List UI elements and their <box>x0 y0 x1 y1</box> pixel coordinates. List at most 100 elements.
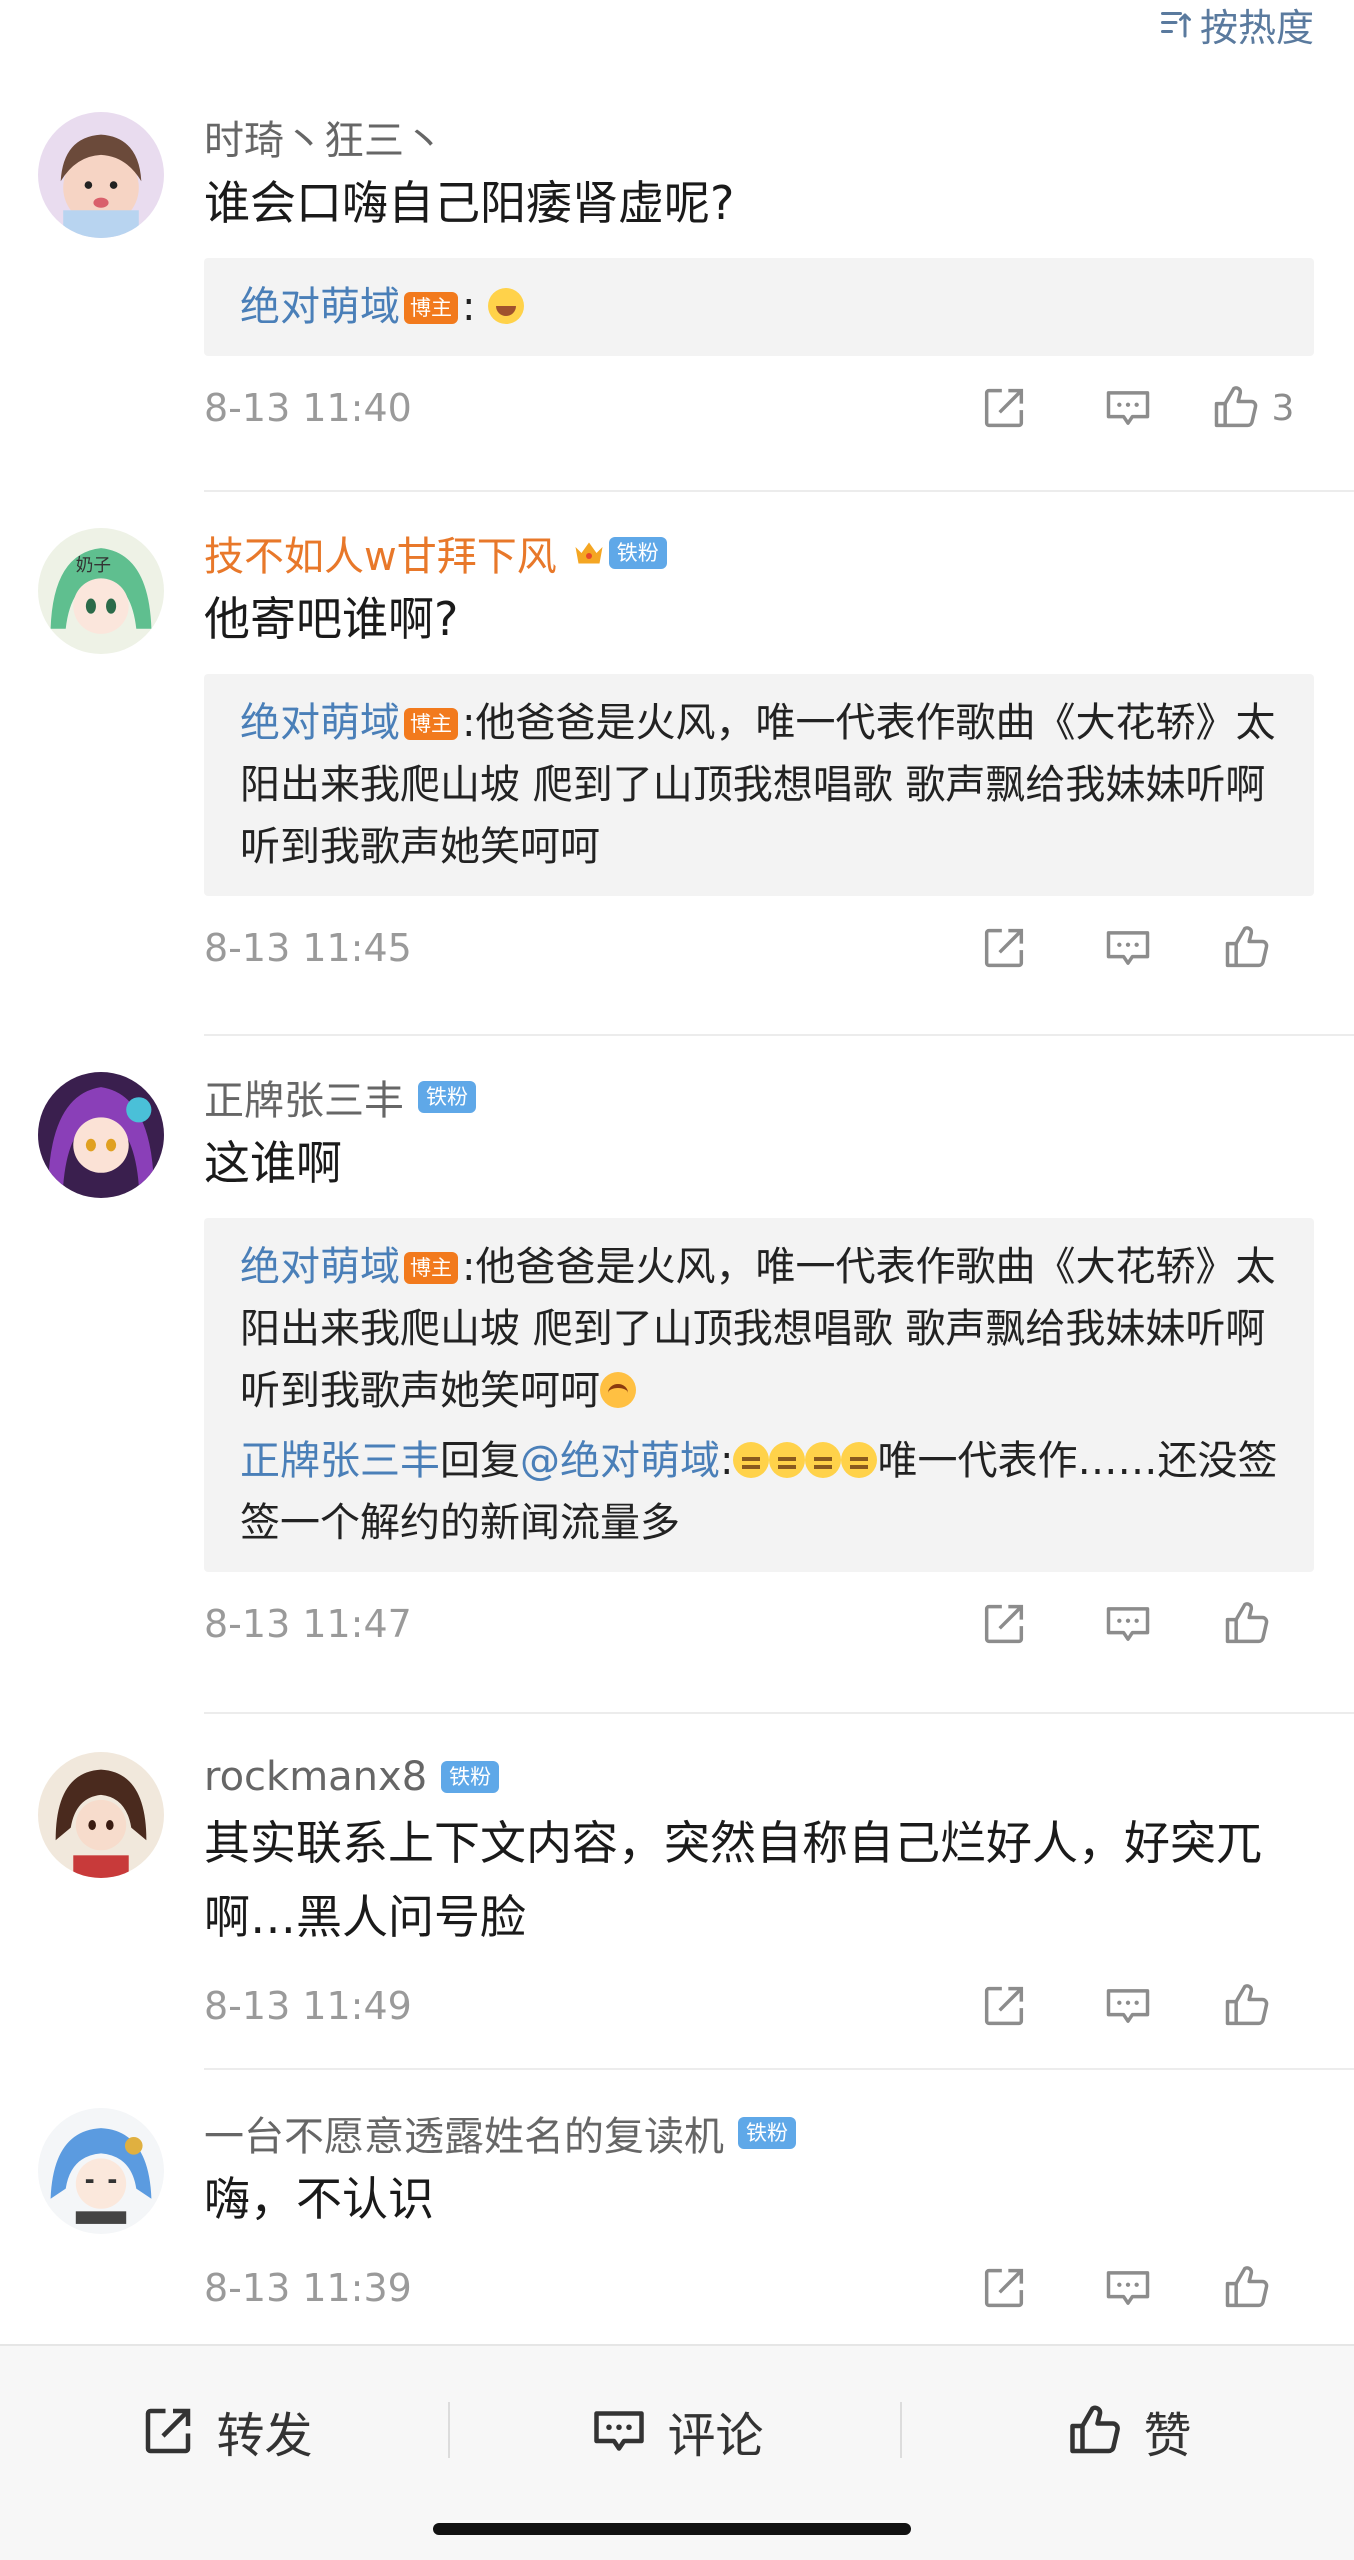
blogger-badge: 博主 <box>404 1252 458 1284</box>
divider <box>448 2402 450 2458</box>
girl-avatar-icon <box>38 112 164 238</box>
repost-button[interactable] <box>942 1598 1066 1650</box>
laugh-emoji-icon <box>488 288 525 324</box>
fan-badge: 铁粉 <box>738 2117 796 2149</box>
avatar[interactable] <box>38 1752 164 1878</box>
crown-icon <box>575 542 603 564</box>
reply-box[interactable]: 绝对萌域 博主:他爸爸是火风，唯一代表作歌曲《大花轿》太阳出来我爬山坡 爬到了山顶… <box>204 674 1314 896</box>
divider <box>204 1034 1354 1036</box>
comment-icon <box>1106 931 1150 965</box>
reply-box[interactable]: 绝对萌域 博主: <box>204 258 1314 356</box>
comment-button[interactable] <box>1066 1980 1190 2032</box>
repost-button[interactable] <box>942 922 1066 974</box>
sort-toggle[interactable]: 按热度 <box>1158 0 1314 50</box>
blogger-badge: 博主 <box>404 292 458 324</box>
comment-time: 8-13 11:45 <box>204 926 412 970</box>
repost-button[interactable] <box>942 2262 1066 2314</box>
like-button[interactable]: 3 <box>1190 382 1314 434</box>
comment-button[interactable] <box>1066 922 1190 974</box>
angry-emoji-icon <box>600 1372 636 1408</box>
like-button[interactable] <box>1190 922 1314 974</box>
sleepy-emoji-icon <box>769 1442 806 1478</box>
reply-box[interactable]: 绝对萌域 博主:他爸爸是火风，唯一代表作歌曲《大花轿》太阳出来我爬山坡 爬到了山顶… <box>204 1218 1314 1572</box>
comment-icon <box>1106 1989 1150 2023</box>
like-button[interactable] <box>1190 1980 1314 2032</box>
comment-text: 嗨，不认识 <box>204 2172 434 2226</box>
comment-button[interactable] <box>1066 1598 1190 1650</box>
reply-author[interactable]: 绝对萌域 <box>240 1244 400 1290</box>
comment-icon <box>1106 2271 1150 2305</box>
user-name[interactable]: 正牌张三丰 <box>204 1068 404 1126</box>
repost-tab-button[interactable]: 转发 <box>0 2346 451 2516</box>
repost-icon <box>146 2408 191 2454</box>
anime-green-hair-avatar-icon: 奶子 <box>38 528 164 654</box>
thumb-up-icon <box>1225 2266 1269 2308</box>
avatar[interactable]: 奶子 <box>38 528 164 654</box>
comment-text: 他寄吧谁啊? <box>204 592 459 646</box>
thumb-up-icon <box>1225 1984 1269 2026</box>
comment-button[interactable] <box>1066 382 1190 434</box>
comment-time: 8-13 11:40 <box>204 386 412 430</box>
reply-author[interactable]: 绝对萌域 <box>240 284 400 330</box>
reply-author[interactable]: 绝对萌域 <box>240 700 400 746</box>
like-button[interactable] <box>1190 1598 1314 1650</box>
divider <box>900 2402 902 2458</box>
sleepy-emoji-icon <box>733 1442 770 1478</box>
anime-blue-hair-avatar-icon <box>38 2108 164 2234</box>
repost-button[interactable] <box>942 382 1066 434</box>
reply-line: 绝对萌域 博主:他爸爸是火风，唯一代表作歌曲《大花轿》太阳出来我爬山坡 爬到了山顶… <box>240 1236 1278 1422</box>
avatar[interactable] <box>38 2108 164 2234</box>
fan-badge: 铁粉 <box>418 1081 476 1113</box>
comment-text: 谁会口嗨自己阳痿肾虚呢? <box>204 176 735 230</box>
sort-icon <box>1160 12 1191 38</box>
comment-icon <box>594 2411 645 2451</box>
user-name[interactable]: rockmanx8 <box>204 1754 427 1800</box>
user-name[interactable]: 一台不愿意透露姓名的复读机 <box>204 2104 724 2162</box>
reply-line: 正牌张三丰回复@绝对萌域: 唯一代表作……还没签签一个解约的新闻流量多 <box>240 1430 1278 1554</box>
comment-time: 8-13 11:39 <box>204 2266 412 2310</box>
sleepy-emoji-icon <box>805 1442 842 1478</box>
comment-time: 8-13 11:49 <box>204 1984 412 2028</box>
like-tab-button[interactable]: 赞 <box>903 2346 1354 2516</box>
comment-label: 评论 <box>667 2408 764 2464</box>
mention-link[interactable]: @绝对萌域 <box>520 1438 720 1484</box>
repost-icon <box>984 2268 1024 2308</box>
comment-button[interactable] <box>1066 2262 1190 2314</box>
divider <box>204 490 1354 492</box>
comment-icon <box>1106 1607 1150 1641</box>
repost-icon <box>984 1986 1024 2026</box>
like-count: 3 <box>1271 387 1295 429</box>
thumb-up-icon <box>1225 1602 1269 1644</box>
svg-text:奶子: 奶子 <box>76 555 111 576</box>
user-name[interactable]: 技不如人w甘拜下风 <box>204 524 557 582</box>
repost-button[interactable] <box>942 1980 1066 2032</box>
comment-icon <box>1106 391 1150 425</box>
avatar[interactable] <box>38 1072 164 1198</box>
divider <box>204 2068 1354 2070</box>
user-name[interactable]: 时琦丶狂三丶 <box>204 108 444 166</box>
divider <box>204 1712 1354 1714</box>
comment-text: 其实联系上下文内容，突然自称自己烂好人，好突兀啊…黑人问号脸 <box>204 1816 1262 1944</box>
home-indicator[interactable] <box>433 2523 911 2535</box>
reply-author[interactable]: 正牌张三丰 <box>240 1438 440 1484</box>
avatar[interactable] <box>38 112 164 238</box>
reply-word: 回复 <box>440 1438 520 1484</box>
like-button[interactable] <box>1190 2262 1314 2314</box>
reply-text: : <box>462 284 476 330</box>
sort-label: 按热度 <box>1199 5 1314 50</box>
sleepy-emoji-icon <box>841 1442 878 1478</box>
thumb-up-icon <box>1225 926 1269 968</box>
reply-colon: : <box>720 1438 734 1484</box>
repost-label: 转发 <box>216 2408 313 2464</box>
comment-text: 这谁啊 <box>204 1136 342 1190</box>
anime-purple-hair-avatar-icon <box>38 1072 164 1198</box>
blogger-badge: 博主 <box>404 708 458 740</box>
repost-icon <box>984 388 1024 428</box>
thumb-up-icon <box>1070 2405 1121 2454</box>
like-label: 赞 <box>1143 2408 1192 2464</box>
anime-boy-avatar-icon <box>38 1752 164 1878</box>
repost-icon <box>984 1604 1024 1644</box>
comment-tab-button[interactable]: 评论 <box>451 2346 902 2516</box>
comment-time: 8-13 11:47 <box>204 1602 412 1646</box>
fan-badge: 铁粉 <box>441 1761 500 1793</box>
